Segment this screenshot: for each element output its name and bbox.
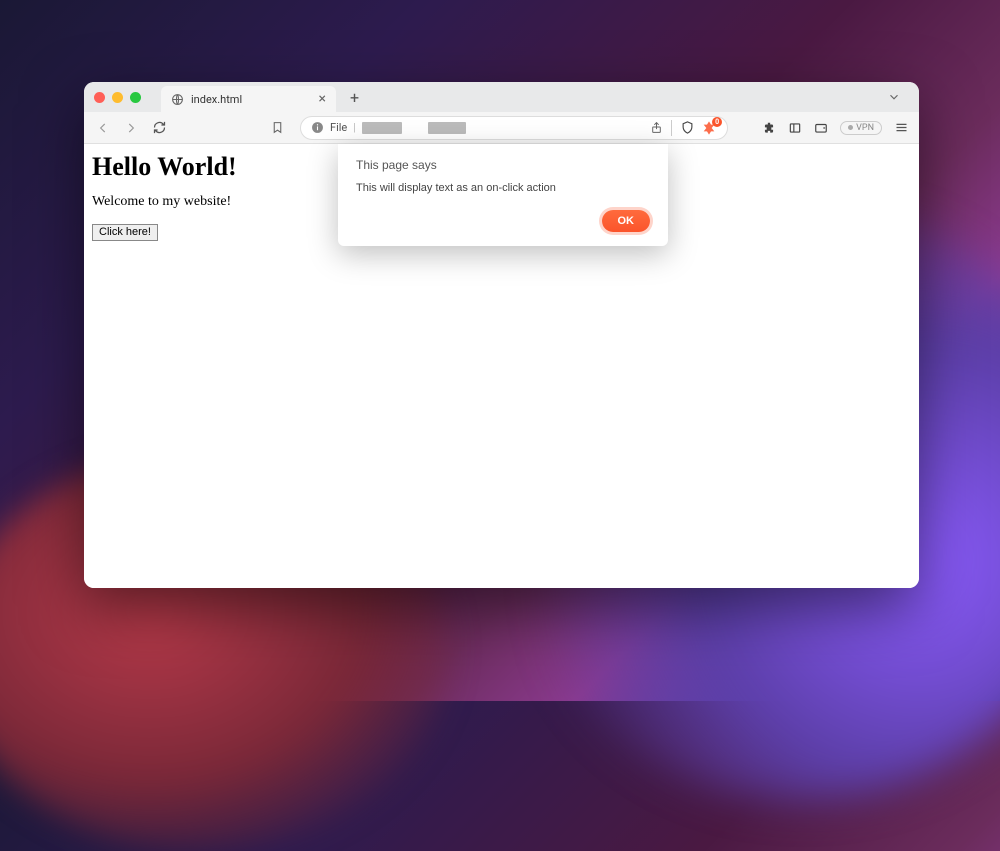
close-window-button[interactable] — [94, 92, 105, 103]
brave-rewards-icon[interactable]: 0 — [701, 120, 717, 136]
alert-actions: OK — [356, 210, 650, 232]
page-content: Hello World! Welcome to my website! Clic… — [84, 144, 919, 588]
globe-icon — [171, 93, 184, 106]
back-button[interactable] — [94, 119, 112, 137]
toolbar-right: VPN — [762, 120, 909, 135]
tab-overflow-button[interactable] — [879, 90, 909, 104]
browser-window: index.html × + File | — [84, 82, 919, 588]
alert-ok-button[interactable]: OK — [602, 210, 651, 232]
tab-strip: index.html × + — [84, 82, 919, 112]
extensions-button[interactable] — [762, 121, 776, 135]
tab-close-button[interactable]: × — [319, 92, 326, 106]
address-bar[interactable]: File | 0 — [300, 116, 728, 140]
alert-message: This will display text as an on-click ac… — [356, 182, 650, 194]
wallet-button[interactable] — [814, 121, 828, 135]
address-path-redacted — [362, 122, 402, 134]
click-here-button[interactable]: Click here! — [92, 224, 158, 241]
site-info-icon[interactable] — [311, 121, 324, 134]
alert-dialog: This page says This will display text as… — [338, 144, 668, 246]
toolbar: File | 0 — [84, 112, 919, 144]
forward-button[interactable] — [122, 119, 140, 137]
vpn-status-dot — [848, 125, 853, 130]
address-path-redacted — [428, 122, 466, 134]
brave-shield-icon[interactable] — [680, 120, 695, 135]
bookmark-button[interactable] — [268, 119, 286, 137]
sidebar-toggle-button[interactable] — [788, 121, 802, 135]
vpn-label: VPN — [856, 123, 874, 133]
tab-title: index.html — [191, 93, 312, 106]
new-tab-button[interactable]: + — [344, 88, 365, 107]
reload-button[interactable] — [150, 119, 168, 137]
address-scheme: File — [330, 121, 347, 134]
vpn-button[interactable]: VPN — [840, 121, 882, 135]
browser-tab[interactable]: index.html × — [161, 86, 336, 112]
minimize-window-button[interactable] — [112, 92, 123, 103]
maximize-window-button[interactable] — [130, 92, 141, 103]
hamburger-menu-button[interactable] — [894, 120, 909, 135]
address-divider: | — [353, 121, 356, 134]
alert-title: This page says — [356, 158, 650, 172]
share-button[interactable] — [650, 121, 663, 134]
brave-badge-count: 0 — [712, 117, 722, 127]
toolbar-divider — [671, 120, 672, 136]
window-controls — [94, 92, 141, 103]
